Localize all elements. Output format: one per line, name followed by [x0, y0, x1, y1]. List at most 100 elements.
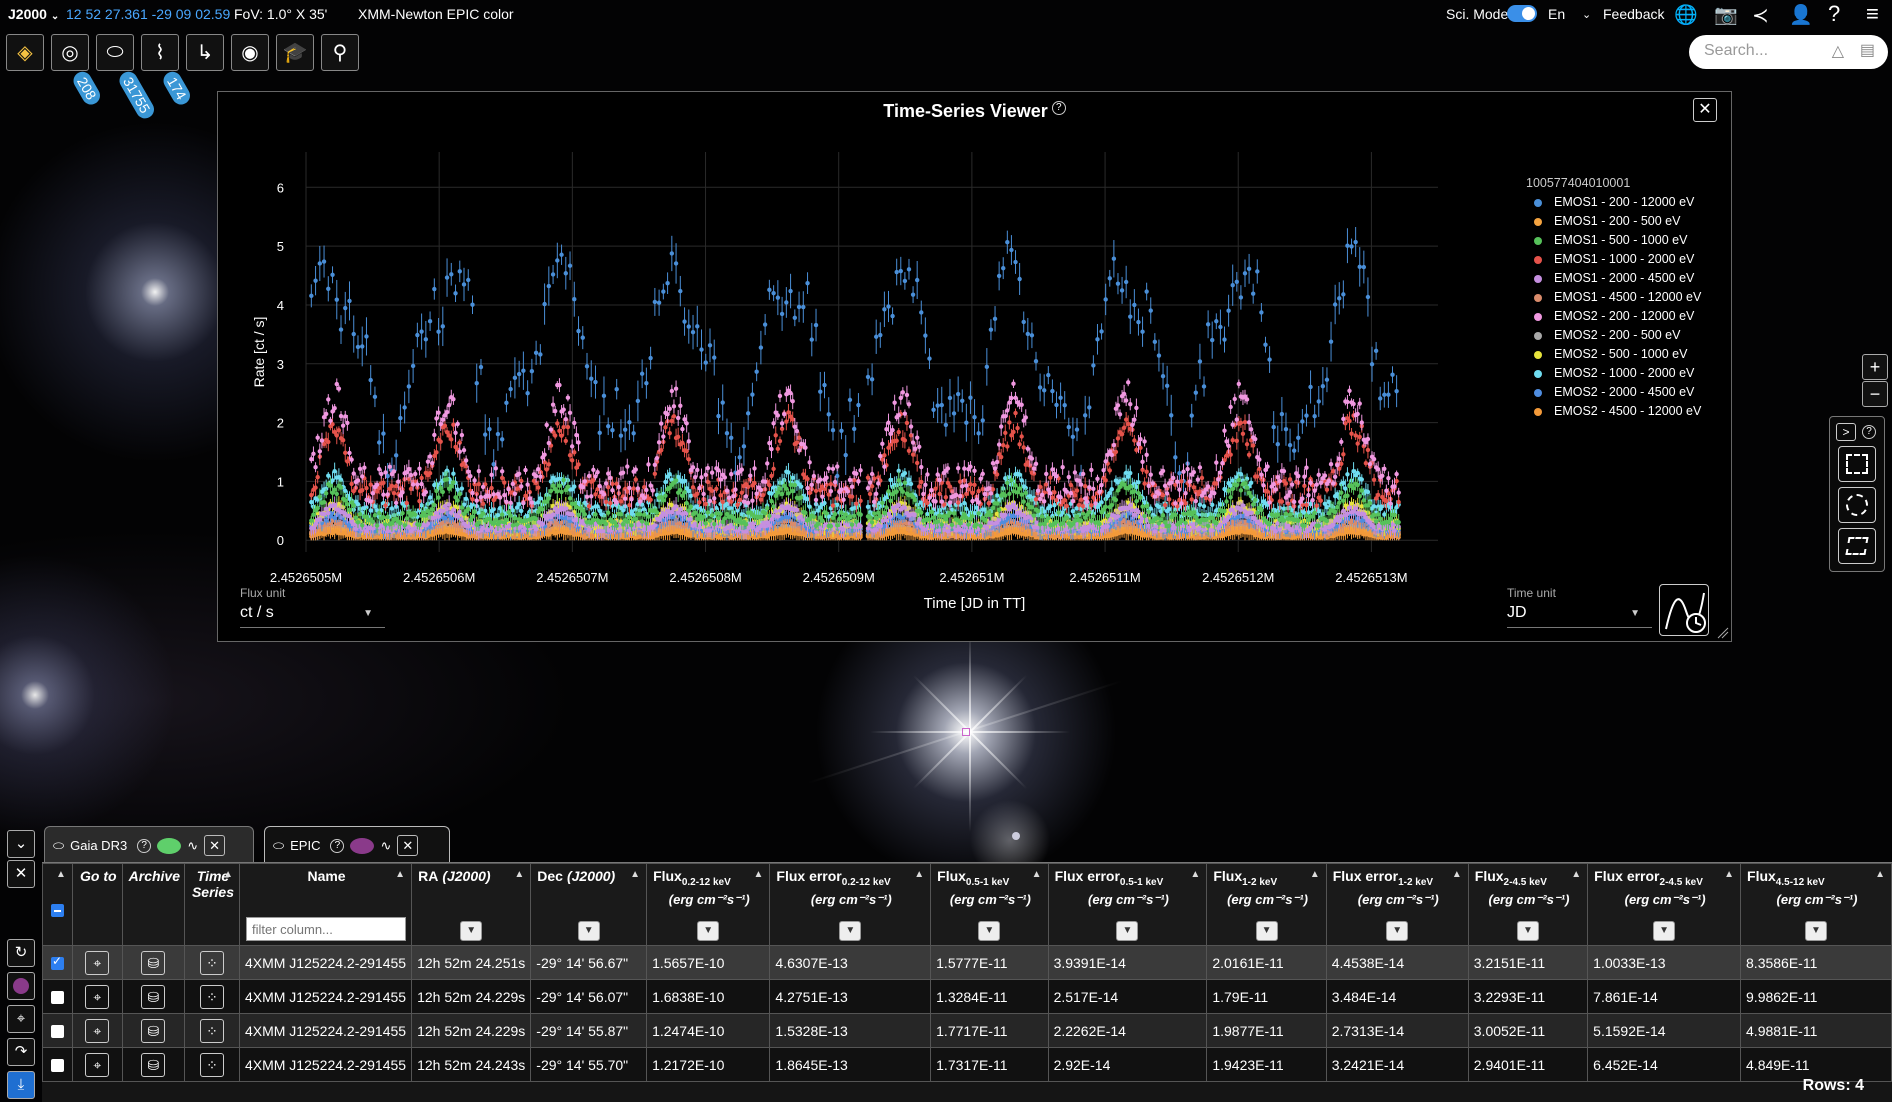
close-tab-button[interactable]: ✕	[204, 835, 226, 856]
layers-button[interactable]: ◈	[6, 34, 44, 71]
center-button[interactable]: ⌖	[7, 1005, 35, 1033]
legend-item[interactable]: EMOS2 - 200 - 12000 eV	[1526, 307, 1701, 326]
galaxy-button[interactable]: ◎	[51, 34, 89, 71]
row-checkbox[interactable]	[50, 954, 64, 971]
column-header[interactable]: Archive	[121, 863, 186, 946]
close-tab-button[interactable]: ✕	[397, 835, 419, 856]
select-all-checkbox[interactable]	[51, 904, 64, 917]
sort-icon[interactable]: ▲	[630, 869, 640, 880]
column-header[interactable]: Flux error0.5-1 keV (erg cm⁻²s⁻¹) ▲ ▼	[1047, 863, 1208, 946]
legend-item[interactable]: EMOS1 - 500 - 1000 eV	[1526, 231, 1701, 250]
filter-icon[interactable]: ▼	[1386, 921, 1409, 941]
source-marker[interactable]	[962, 728, 970, 736]
legend-item[interactable]: EMOS2 - 4500 - 12000 eV	[1526, 402, 1701, 421]
send-button[interactable]: ↷	[7, 1038, 35, 1066]
sort-icon[interactable]: ▲	[514, 869, 524, 880]
filter-input[interactable]	[245, 917, 406, 941]
feedback-link[interactable]: Feedback	[1603, 6, 1664, 22]
column-header[interactable]: Flux1-2 keV (erg cm⁻²s⁻¹) ▲ ▼	[1206, 863, 1327, 946]
language-select[interactable]: En	[1548, 6, 1565, 22]
column-header[interactable]: Time Series ▲	[184, 863, 240, 946]
column-header[interactable]: Go to	[71, 863, 123, 946]
filter-icon[interactable]: ▼	[978, 921, 1001, 941]
color-swatch[interactable]	[350, 837, 375, 854]
survey-name[interactable]: XMM-Newton EPIC color	[358, 6, 514, 22]
user-icon[interactable]: 👤	[1789, 3, 1813, 27]
table-row[interactable]: ⌖ ⛁ ⁘ 4XMM J125224.2-291455 12h 52m 24.229s -…	[42, 1013, 1892, 1048]
archive-icon[interactable]: ⛁	[141, 1018, 166, 1043]
filter-icon[interactable]: ▼	[1516, 921, 1539, 941]
telescope-button[interactable]: ⚲	[321, 34, 359, 71]
tutorial-button[interactable]: 🎓	[276, 34, 314, 71]
sort-icon[interactable]: ▲	[223, 869, 233, 880]
scatter-plot-icon[interactable]: ⁘	[199, 950, 224, 975]
sort-icon[interactable]: ▲	[395, 869, 405, 880]
crosshair-icon[interactable]: ⌖	[85, 1018, 110, 1043]
sort-icon[interactable]: ▲	[1032, 869, 1042, 880]
time-unit-select[interactable]: Time unit JD ▼	[1507, 586, 1652, 628]
filter-icon[interactable]: ▼	[1653, 921, 1676, 941]
filter-icon[interactable]: ▼	[1116, 921, 1139, 941]
camera-icon[interactable]: 📷	[1714, 3, 1738, 27]
filter-icon[interactable]: ▼	[577, 921, 600, 941]
scatter-plot-icon[interactable]: ⁘	[199, 984, 224, 1009]
row-checkbox[interactable]	[50, 1025, 64, 1039]
filter-icon[interactable]: ▼	[839, 921, 862, 941]
column-header[interactable]: Flux error1-2 keV (erg cm⁻²s⁻¹) ▲ ▼	[1325, 863, 1469, 946]
legend-item[interactable]: EMOS2 - 1000 - 2000 eV	[1526, 364, 1701, 383]
refresh-button[interactable]: ↻	[7, 939, 35, 967]
scatter-plot-icon[interactable]: ⁘	[199, 1052, 224, 1077]
spectrum-button[interactable]: ⌇	[141, 34, 179, 71]
archive-icon[interactable]: ⛁	[141, 950, 166, 975]
help-icon[interactable]: ?	[137, 838, 152, 853]
circle-select-button[interactable]	[1838, 487, 1876, 523]
filter-icon[interactable]: ▼	[697, 921, 720, 941]
crosshair-icon[interactable]: ⌖	[85, 1052, 110, 1077]
sort-icon[interactable]: ▲	[1310, 869, 1320, 880]
column-header[interactable]: Flux2-4.5 keV (erg cm⁻²s⁻¹) ▲ ▼	[1467, 863, 1589, 946]
legend-item[interactable]: EMOS1 - 2000 - 4500 eV	[1526, 269, 1701, 288]
sort-icon[interactable]: ▲	[1452, 869, 1462, 880]
coordinate-frame-select[interactable]: J2000 ⌄	[8, 6, 59, 22]
crosshair-icon[interactable]: ⌖	[85, 984, 110, 1009]
sort-icon[interactable]: ▲	[914, 869, 924, 880]
tab-gaia-dr3[interactable]: ⬭ Gaia DR3 ? ∿ ✕	[44, 826, 254, 864]
filter-icon[interactable]: ▼	[460, 921, 483, 941]
polygon-select-button[interactable]	[1838, 528, 1876, 564]
catalogue-button[interactable]: ⬭	[96, 34, 134, 71]
column-header[interactable]: Flux0.2-12 keV (erg cm⁻²s⁻¹) ▲ ▼	[646, 863, 771, 946]
sort-icon[interactable]: ▲	[1571, 869, 1581, 880]
column-header[interactable]: RA (J2000) ▲ ▼	[411, 863, 532, 946]
table-row[interactable]: ⌖ ⛁ ⁘ 4XMM J125224.2-291455 12h 52m 24.243s -…	[42, 1047, 1892, 1082]
sort-icon[interactable]: ▲	[754, 869, 764, 880]
legend-item[interactable]: EMOS1 - 200 - 500 eV	[1526, 212, 1701, 231]
sort-icon[interactable]: ▲	[1190, 869, 1200, 880]
legend-item[interactable]: EMOS1 - 200 - 12000 eV	[1526, 193, 1701, 212]
search-input[interactable]: Search... △ ▤	[1689, 35, 1888, 69]
column-header[interactable]: Dec (J2000) ▲ ▼	[530, 863, 648, 946]
sci-mode-toggle[interactable]	[1507, 5, 1537, 22]
fold-time-button[interactable]	[1659, 584, 1709, 636]
help-icon[interactable]: ?	[1862, 425, 1876, 439]
sort-icon[interactable]: ▲	[56, 869, 66, 880]
download-button[interactable]: ⤓	[7, 1071, 35, 1099]
crosshair-icon[interactable]: ⌖	[85, 950, 110, 975]
target-list-button[interactable]: ↳	[186, 34, 224, 71]
row-checkbox[interactable]	[50, 1059, 64, 1073]
filter-icon[interactable]: ▼	[1255, 921, 1278, 941]
close-panel-button[interactable]: ✕	[7, 860, 35, 888]
column-header[interactable]: Name ▲	[238, 863, 413, 946]
row-checkbox[interactable]	[50, 991, 64, 1005]
legend-item[interactable]: EMOS1 - 1000 - 2000 eV	[1526, 250, 1701, 269]
archive-icon[interactable]: ⛁	[141, 984, 166, 1009]
chevron-right-icon[interactable]: >	[1836, 423, 1856, 441]
box-select-button[interactable]	[1838, 446, 1876, 482]
tab-epic[interactable]: ⬭ EPIC ? ∿ ✕	[264, 826, 450, 864]
column-header[interactable]: ▲	[42, 863, 73, 946]
column-header[interactable]: Flux4.5-12 keV (erg cm⁻²s⁻¹) ▲ ▼	[1740, 863, 1892, 946]
observation-button[interactable]: ◉	[231, 34, 269, 71]
zoom-in-button[interactable]: +	[1862, 354, 1888, 380]
legend-item[interactable]: EMOS1 - 4500 - 12000 eV	[1526, 288, 1701, 307]
filter-icon[interactable]: ▼	[1805, 921, 1827, 941]
help-icon[interactable]: ?	[1828, 1, 1840, 27]
